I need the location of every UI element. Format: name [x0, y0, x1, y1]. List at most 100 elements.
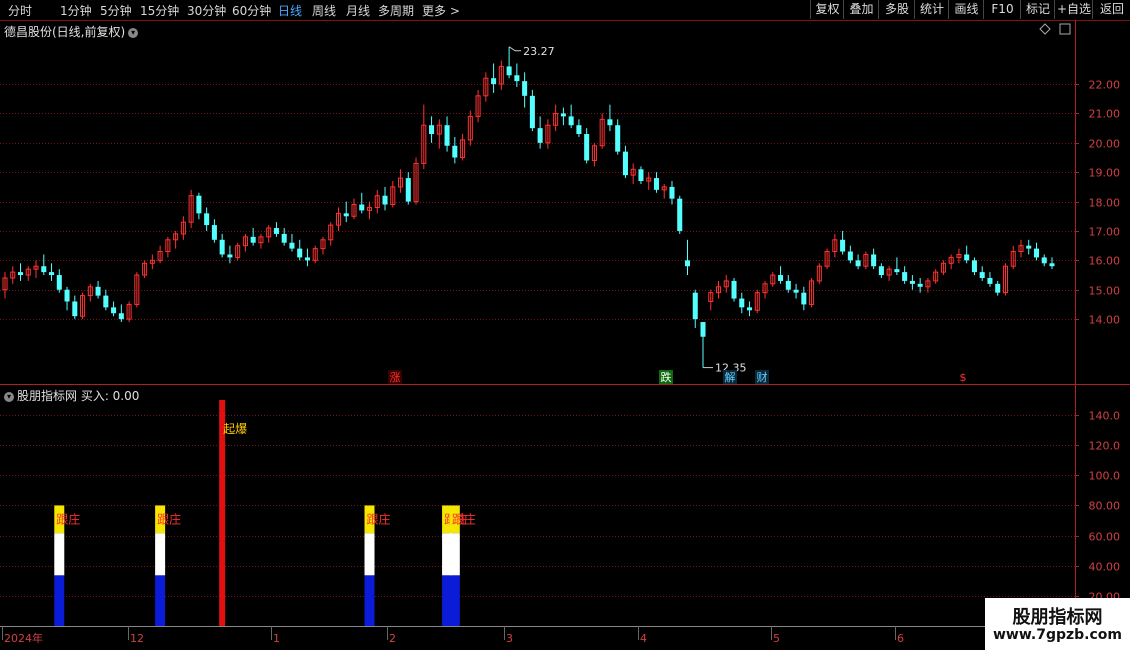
candle-body [615, 125, 621, 152]
candle-body [855, 260, 861, 267]
price-tick-label: 21.00 [1089, 108, 1121, 121]
candle-body [41, 266, 47, 273]
candle-body [971, 260, 977, 273]
candle-body [250, 236, 256, 243]
candle-body [1033, 248, 1040, 258]
candle-body [964, 254, 970, 261]
indicator-tick-label: 60.00 [1089, 531, 1121, 544]
candle-body [785, 280, 791, 290]
candle-body [1026, 245, 1032, 249]
candle-body [1041, 257, 1047, 264]
high-marker-line [508, 46, 522, 52]
genzhuang-bar-mid [54, 533, 65, 576]
candle-body [995, 283, 1001, 293]
candle-body [17, 272, 24, 276]
candle-body [1049, 263, 1055, 267]
candle-body [64, 289, 70, 302]
date-label: 4 [640, 632, 647, 645]
diamond-icon [1039, 23, 1051, 35]
candle-body [49, 272, 55, 276]
candle-body [405, 178, 411, 202]
candle-body [491, 78, 497, 85]
candle-body [902, 272, 908, 281]
candle-body [359, 204, 365, 211]
candle-body [638, 169, 644, 182]
qibao-label: 起爆 [223, 422, 247, 436]
candle-body [778, 275, 784, 281]
candle-body [568, 116, 574, 126]
candle-body [444, 125, 450, 146]
candle-body [847, 251, 853, 261]
date-label: 6 [897, 632, 904, 645]
candle-body [304, 257, 310, 261]
indicator-tick-label: 100.0 [1089, 470, 1121, 483]
event-marker-3: 财 [757, 370, 768, 384]
candle-body [118, 313, 124, 320]
candle-body [840, 239, 846, 252]
kline-chart[interactable]: 22.00 21.00 20.00 19.00 18.00 17.00 16.00 15.00… [0, 0, 1130, 650]
indicator-tick-label: 80.00 [1089, 500, 1121, 513]
candle-body [111, 307, 117, 314]
genzhuang-bar-mid [155, 533, 166, 576]
genzhuang-label: 跟庄 [56, 511, 80, 526]
candle-body [684, 260, 691, 267]
price-tick-label: 17.00 [1089, 226, 1121, 239]
date-label: 2 [389, 632, 396, 645]
candle-body [576, 125, 582, 135]
candle-body [917, 283, 923, 287]
genzhuang-bar-bottom [54, 575, 65, 626]
price-tick-label: 22.00 [1089, 79, 1121, 92]
genzhuang-bar-bottom [449, 575, 460, 626]
genzhuang-bar-bottom [364, 575, 375, 626]
candle-body [669, 186, 675, 199]
event-marker-1: 跌 [661, 370, 672, 384]
candle-body [95, 286, 101, 296]
genzhuang-bar-bottom [155, 575, 166, 626]
candle-body [219, 239, 225, 255]
price-tick-label: 16.00 [1089, 255, 1121, 268]
candle-body [801, 292, 807, 305]
genzhuang-bar-mid [364, 533, 375, 576]
genzhuang-label: 跟庄 [157, 511, 181, 526]
candle-body [793, 289, 799, 293]
high-price-label: 23.27 [523, 45, 555, 58]
candle-body [871, 254, 877, 267]
candle-body [56, 275, 62, 290]
candle-body [227, 254, 233, 258]
indicator-tick-label: 40.00 [1089, 561, 1121, 574]
candle-body [700, 322, 706, 337]
candle-body [878, 266, 884, 276]
panel-icon [1059, 23, 1071, 35]
candle-body [273, 228, 279, 234]
indicator-tick-label: 140.0 [1089, 410, 1121, 423]
candle-body [506, 66, 512, 76]
candle-body [72, 301, 78, 317]
candle-body [429, 125, 435, 135]
candle-body [987, 277, 993, 284]
candle-body [382, 195, 388, 205]
genzhuang-bar-mid [449, 533, 460, 576]
candle-body [622, 151, 628, 176]
genzhuang-label: 跟庄 [452, 511, 476, 526]
candle-body [747, 307, 753, 311]
event-marker-2: 解 [725, 370, 736, 384]
candle-body [653, 178, 659, 190]
date-label: 2024年 [4, 631, 43, 645]
candle-body [692, 292, 698, 320]
candle-body [452, 145, 458, 158]
candle-body [281, 233, 287, 243]
genzhuang-label: 跟庄 [367, 511, 391, 526]
candle-body [537, 128, 543, 143]
candle-body [560, 113, 566, 117]
candle-body [211, 225, 217, 240]
date-label: 3 [506, 632, 513, 645]
candle-body [677, 198, 683, 231]
price-tick-label: 20.00 [1089, 138, 1121, 151]
candle-body [731, 280, 737, 299]
candle-body [103, 295, 109, 308]
price-tick-label: 19.00 [1089, 167, 1121, 180]
date-label: 5 [773, 632, 780, 645]
date-label: 1 [273, 632, 280, 645]
price-tick-label: 18.00 [1089, 197, 1121, 210]
candle-body [979, 272, 985, 278]
